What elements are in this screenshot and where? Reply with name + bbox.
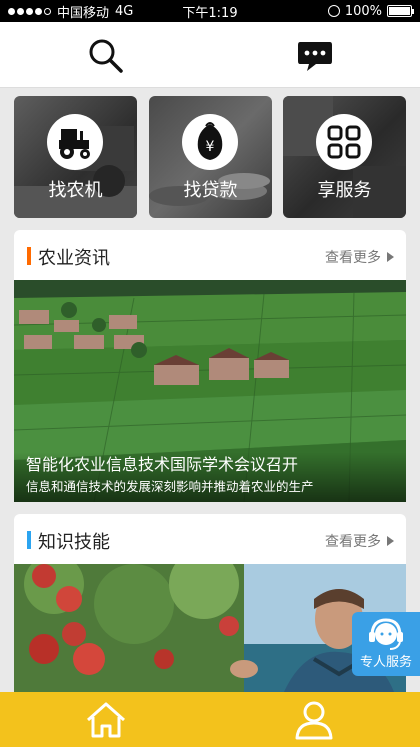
- status-right: 100%: [327, 3, 414, 19]
- news-article-title: 智能化农业信息技术国际学术会议召开: [26, 455, 299, 474]
- skills-card-header: 知识技能 查看更多: [14, 514, 406, 564]
- rotation-lock-icon: [327, 5, 340, 17]
- news-caption: 智能化农业信息技术国际学术会议召开 信息和通信技术的发展深刻影响并推动着农业的生…: [14, 452, 406, 502]
- tile-label: 找贷款: [183, 180, 238, 201]
- shortcut-enjoy-service[interactable]: 享服务: [283, 96, 406, 218]
- yuan-coin-icon: ¥: [182, 114, 238, 170]
- skills-see-more-link[interactable]: 查看更多: [325, 531, 394, 551]
- news-see-more-link[interactable]: 查看更多: [325, 247, 394, 267]
- section-accent-bar: [27, 531, 31, 549]
- news-article-subtitle: 信息和通信技术的发展深刻影响并推动着农业的生产: [26, 479, 314, 494]
- network-type: 4G: [115, 3, 134, 19]
- home-icon[interactable]: [84, 698, 128, 742]
- user-icon[interactable]: [292, 698, 336, 742]
- news-card-header: 农业资讯 查看更多: [14, 230, 406, 280]
- section-accent-bar: [27, 247, 31, 265]
- news-article[interactable]: 智能化农业信息技术国际学术会议召开 信息和通信技术的发展深刻影响并推动着农业的生…: [14, 280, 406, 502]
- chevron-right-icon: [387, 536, 394, 546]
- search-icon[interactable]: [86, 36, 124, 74]
- dedicated-service-label: 专人服务: [359, 655, 412, 670]
- skills-card: 知识技能 查看更多: [14, 514, 406, 692]
- status-bar: 中国移动 4G 下午1:19 100%: [0, 0, 420, 22]
- shortcut-find-loan[interactable]: ¥ 找贷款: [149, 96, 272, 218]
- tile-label: 找农机: [48, 180, 103, 201]
- status-left: 中国移动 4G: [8, 2, 133, 21]
- svg-text:¥: ¥: [206, 139, 215, 155]
- see-more-label: 查看更多: [325, 534, 381, 550]
- orchard-image: [14, 549, 406, 692]
- skills-section-title: 知识技能: [38, 532, 110, 553]
- news-card: 农业资讯 查看更多 智能化农业信息技术国际学术会议召开 信息和通信技术的发展深刻…: [14, 230, 406, 502]
- signal-strength-icon: [8, 7, 51, 15]
- skills-article[interactable]: [14, 549, 406, 692]
- tractor-icon: [47, 114, 103, 170]
- carrier-name: 中国移动: [57, 5, 110, 21]
- grid-icon: [316, 114, 372, 170]
- battery-percent: 100%: [344, 3, 382, 19]
- tile-label: 享服务: [317, 180, 372, 201]
- battery-icon: [387, 5, 414, 17]
- headset-icon: [369, 618, 403, 650]
- shortcut-find-machinery[interactable]: 找农机: [14, 96, 137, 218]
- shortcut-tiles: 找农机 ¥ 找贷款 享服务: [0, 96, 420, 220]
- news-section-title: 农业资讯: [38, 248, 110, 269]
- chat-bubble-icon[interactable]: [296, 36, 334, 74]
- top-bar: [0, 22, 420, 88]
- bottom-tab-bar: [0, 692, 420, 747]
- dedicated-service-button[interactable]: 专人服务: [352, 612, 420, 676]
- see-more-label: 查看更多: [325, 250, 381, 266]
- chevron-right-icon: [387, 252, 394, 262]
